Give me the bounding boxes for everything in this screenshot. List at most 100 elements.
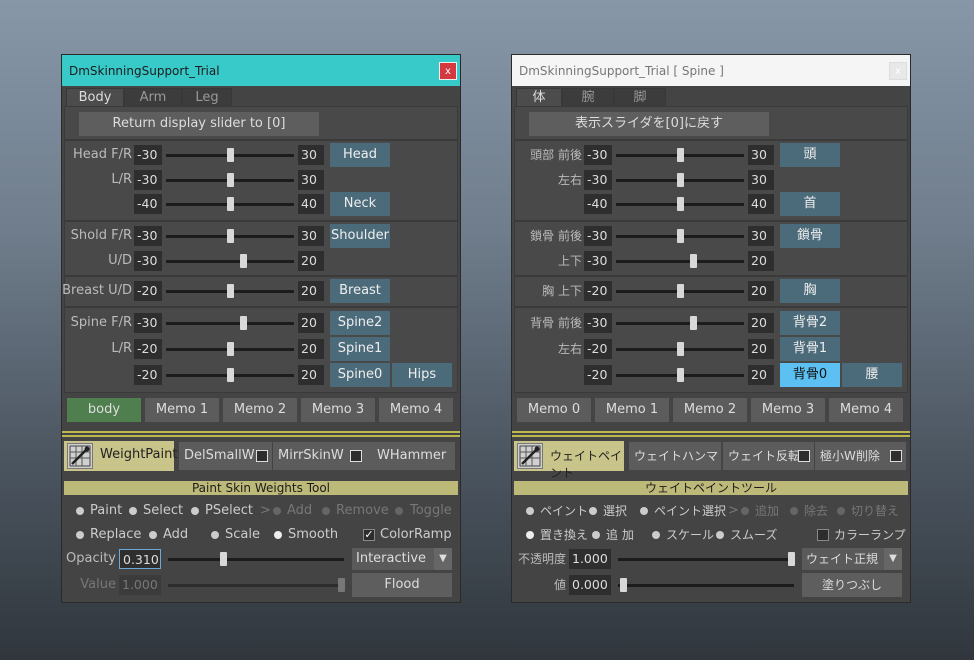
weight-hammer-button[interactable]: ウェイトハンマー <box>629 442 721 491</box>
radio-add[interactable] <box>149 531 157 539</box>
radio-scale[interactable] <box>211 531 219 539</box>
opacity-field[interactable]: 0.310 <box>119 549 161 569</box>
radio-select[interactable] <box>129 507 137 515</box>
opacity-slider[interactable] <box>168 558 344 561</box>
joint-button-neck[interactable]: Neck <box>330 192 390 216</box>
value-slider[interactable] <box>168 584 344 587</box>
radio-toggle[interactable] <box>837 507 845 515</box>
radio-pselect[interactable] <box>640 507 648 515</box>
slider-handle[interactable] <box>677 284 684 298</box>
slider-handle[interactable] <box>240 316 247 330</box>
value-slider-handle[interactable] <box>620 578 627 592</box>
memo-button-3[interactable]: Memo 3 <box>751 398 825 422</box>
flood-button[interactable]: Flood <box>352 573 452 597</box>
del-small-w-checkbox[interactable] <box>890 450 902 462</box>
radio-paint[interactable] <box>76 507 84 515</box>
slider-handle[interactable] <box>227 197 234 211</box>
normalize-mode-dropdown[interactable]: ウェイト正規化 <box>802 548 884 588</box>
joint-button-breast[interactable]: Breast <box>330 279 390 303</box>
tab-leg[interactable]: Leg <box>182 88 232 106</box>
memo-button-3[interactable]: Memo 3 <box>301 398 375 422</box>
slider-handle[interactable] <box>240 254 247 268</box>
joint-button-clavicle[interactable]: 鎖骨 <box>780 224 840 248</box>
slider-min-field[interactable]: -30 <box>584 251 612 271</box>
slider-handle[interactable] <box>677 229 684 243</box>
slider-max-field[interactable]: 30 <box>748 145 774 165</box>
memo-button-4[interactable]: Memo 4 <box>379 398 453 422</box>
joint-button-neck[interactable]: 首 <box>780 192 840 216</box>
title-bar[interactable]: DmSkinningSupport_Trial [ Spine ] x <box>512 55 910 86</box>
slider-handle[interactable] <box>677 368 684 382</box>
chevron-down-icon[interactable]: ▼ <box>434 548 452 570</box>
radio-remove[interactable] <box>790 507 798 515</box>
radio-smooth[interactable] <box>716 531 724 539</box>
slider-min-field[interactable]: -30 <box>134 226 162 246</box>
opacity-slider[interactable] <box>618 558 794 561</box>
slider-handle[interactable] <box>690 316 697 330</box>
title-bar[interactable]: DmSkinningSupport_Trial x <box>62 55 460 86</box>
slider-handle[interactable] <box>227 229 234 243</box>
slider-min-field[interactable]: -30 <box>584 145 612 165</box>
joint-button-breast[interactable]: 胸 <box>780 279 840 303</box>
mirr-skin-w-checkbox[interactable] <box>350 450 362 462</box>
slider-max-field[interactable]: 20 <box>298 251 324 271</box>
memo-button-2[interactable]: Memo 2 <box>673 398 747 422</box>
radio-replace[interactable] <box>76 531 84 539</box>
slider-min-field[interactable]: -30 <box>134 170 162 190</box>
slider-min-field[interactable]: -40 <box>584 194 612 214</box>
joint-button-hips[interactable]: 腰 <box>842 363 902 387</box>
radio-pselect[interactable] <box>191 507 199 515</box>
color-ramp-checkbox[interactable] <box>817 529 829 541</box>
slider-handle[interactable] <box>677 197 684 211</box>
whammer-button[interactable]: WHammer <box>365 442 455 470</box>
slider-min-field[interactable]: -20 <box>584 339 612 359</box>
slider-min-field[interactable]: -20 <box>134 365 162 385</box>
weight-paint-tool-button[interactable]: WeightPaint <box>64 441 177 471</box>
return-slider-button[interactable]: Return display slider to [0] <box>79 112 319 136</box>
value-field[interactable]: 1.000 <box>119 575 161 595</box>
slider-min-field[interactable]: -30 <box>584 170 612 190</box>
slider-track[interactable] <box>616 260 744 263</box>
slider-min-field[interactable]: -30 <box>134 313 162 333</box>
slider-max-field[interactable]: 20 <box>298 365 324 385</box>
memo-button-4[interactable]: Memo 4 <box>829 398 903 422</box>
slider-max-field[interactable]: 20 <box>748 281 774 301</box>
slider-min-field[interactable]: -40 <box>134 194 162 214</box>
slider-max-field[interactable]: 20 <box>748 313 774 333</box>
joint-button-spine2[interactable]: 背骨2 <box>780 311 840 335</box>
joint-button-spine1[interactable]: 背骨1 <box>780 337 840 361</box>
tab-arm[interactable]: Arm <box>124 88 182 106</box>
joint-button-hips[interactable]: Hips <box>392 363 452 387</box>
slider-min-field[interactable]: -20 <box>584 281 612 301</box>
radio-select[interactable] <box>589 507 597 515</box>
slider-max-field[interactable]: 40 <box>298 194 324 214</box>
joint-button-spine0[interactable]: Spine0 <box>330 363 390 387</box>
slider-max-field[interactable]: 30 <box>298 145 324 165</box>
slider-min-field[interactable]: -20 <box>584 365 612 385</box>
slider-max-field[interactable]: 30 <box>298 170 324 190</box>
weight-mirror-button[interactable]: ウェイト反転 <box>723 442 814 470</box>
slider-max-field[interactable]: 20 <box>748 365 774 385</box>
slider-handle[interactable] <box>227 173 234 187</box>
slider-min-field[interactable]: -20 <box>134 339 162 359</box>
radio-add[interactable] <box>592 531 600 539</box>
radio-replace-selected[interactable] <box>526 531 534 539</box>
radio-add-op[interactable] <box>741 507 749 515</box>
slider-min-field[interactable]: -30 <box>134 251 162 271</box>
radio-smooth-selected[interactable] <box>274 531 282 539</box>
radio-toggle[interactable] <box>395 507 403 515</box>
radio-remove[interactable] <box>322 507 330 515</box>
slider-max-field[interactable]: 30 <box>298 226 324 246</box>
slider-handle[interactable] <box>227 368 234 382</box>
radio-add-op[interactable] <box>273 507 281 515</box>
joint-button-spine0-selected[interactable]: 背骨0 <box>780 363 840 387</box>
slider-handle[interactable] <box>227 342 234 356</box>
tab-body[interactable]: Body <box>66 88 124 106</box>
close-icon[interactable]: x <box>439 62 457 80</box>
slider-handle[interactable] <box>690 254 697 268</box>
memo-button-2[interactable]: Memo 2 <box>223 398 297 422</box>
joint-button-head[interactable]: 頭 <box>780 143 840 167</box>
slider-min-field[interactable]: -30 <box>584 313 612 333</box>
flood-button[interactable]: 塗りつぶし <box>802 573 902 597</box>
return-slider-button[interactable]: 表示スライダを[0]に戻す <box>529 112 769 136</box>
